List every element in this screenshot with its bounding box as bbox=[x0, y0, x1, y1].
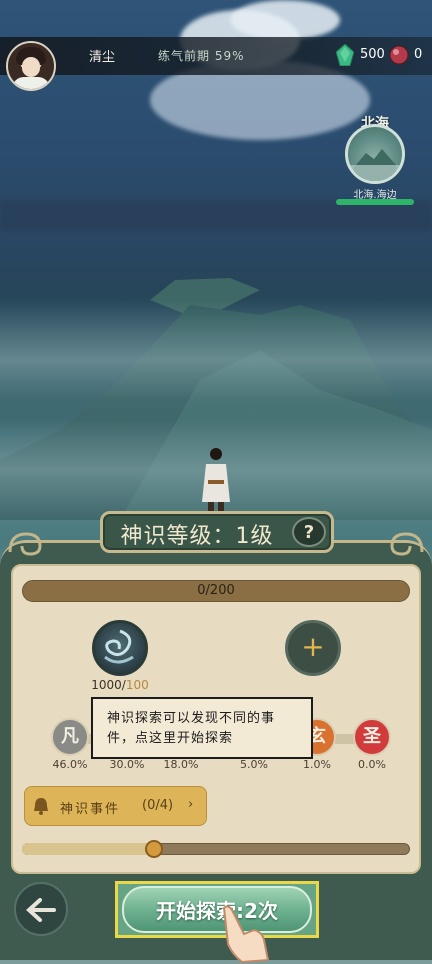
cloud bbox=[230, 0, 340, 40]
grade-percent: 46.0% bbox=[52, 758, 88, 771]
spirit-orb-count: 0 bbox=[414, 47, 423, 62]
back-button[interactable] bbox=[14, 882, 68, 936]
map-thumbnail-icon bbox=[348, 149, 402, 181]
grade-percent: 0.0% bbox=[358, 758, 386, 771]
chevron-right-icon: › bbox=[188, 797, 194, 812]
arrow-left-icon bbox=[26, 898, 56, 922]
help-button[interactable]: ? bbox=[292, 517, 326, 547]
level-progress-text: 0/200 bbox=[197, 583, 235, 598]
slider-fill bbox=[22, 843, 154, 855]
panel-ornament-left bbox=[8, 532, 42, 556]
bell-icon bbox=[34, 798, 48, 815]
skill-max: 100 bbox=[125, 678, 149, 692]
spirit-stone-icon bbox=[336, 44, 354, 66]
skill-value: 1000/100 bbox=[91, 678, 149, 692]
grade-percent: 5.0% bbox=[240, 758, 268, 771]
spirit-orb-icon bbox=[389, 45, 409, 65]
divine-sense-skill[interactable] bbox=[92, 620, 148, 676]
cultivation-stage: 练气前期 59% bbox=[158, 49, 245, 63]
location-progress-bar bbox=[336, 199, 414, 205]
player-name: 清尘 bbox=[88, 50, 115, 65]
grade-badge: 凡 bbox=[51, 718, 89, 756]
events-label: 神识事件 bbox=[60, 802, 121, 817]
grade-percent: 18.0% bbox=[163, 758, 199, 771]
panel-ornament-right bbox=[390, 532, 424, 556]
spirit-stone-count: 500 bbox=[360, 47, 385, 62]
player-avatar[interactable] bbox=[6, 41, 56, 91]
skill-current: 1000 bbox=[91, 678, 122, 692]
events-count: (0/4) bbox=[142, 798, 174, 813]
grade-badge: 圣 bbox=[353, 718, 391, 756]
add-skill-button[interactable]: + bbox=[285, 620, 341, 676]
pointing-hand-icon bbox=[222, 905, 270, 964]
slider-handle[interactable] bbox=[144, 840, 163, 858]
grade-percent: 1.0% bbox=[303, 758, 331, 771]
player-character bbox=[202, 448, 230, 516]
swirl-icon bbox=[104, 629, 134, 664]
grade-percent: 30.0% bbox=[109, 758, 145, 771]
panel-title: 神识等级：1级 bbox=[120, 524, 274, 549]
tutorial-tooltip[interactable]: 神识探索可以发现不同的事件，点这里开始探索 bbox=[91, 697, 313, 759]
location-map-button[interactable] bbox=[345, 124, 405, 184]
